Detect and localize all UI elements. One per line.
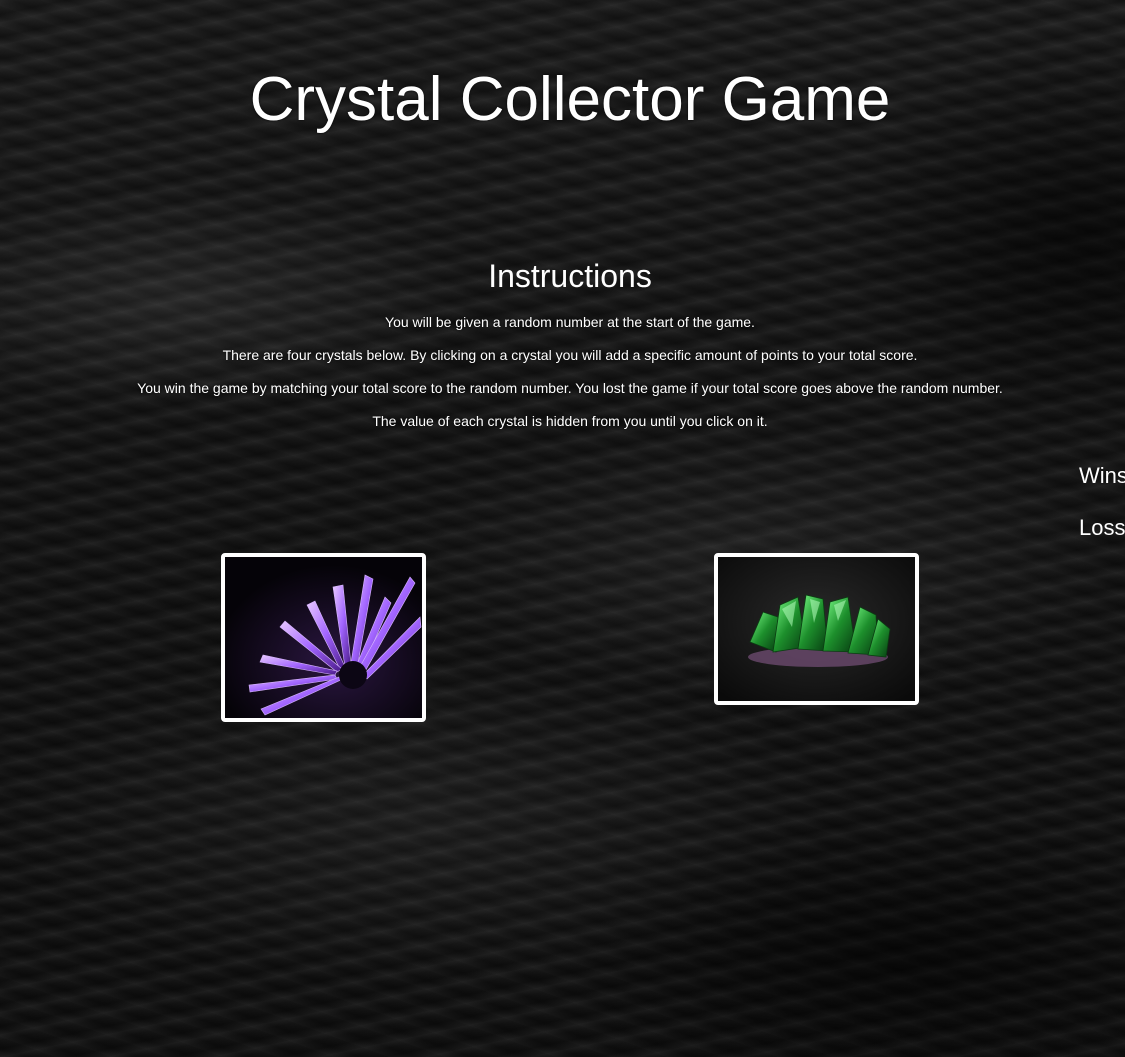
purple-crystal-image: [225, 557, 422, 718]
crystal-green-button[interactable]: [714, 553, 919, 705]
instruction-line: The value of each crystal is hidden from…: [372, 413, 768, 429]
losses-counter: Loss: [1079, 515, 1125, 540]
rock-background: [0, 0, 1125, 1057]
green-crystal-image: [718, 557, 915, 701]
instructions-section: Instructions You will be given a random …: [0, 256, 1125, 438]
instruction-line: There are four crystals below. By clicki…: [222, 347, 918, 363]
page-title: Crystal Collector Game: [249, 65, 891, 134]
crystal-purple-button[interactable]: [221, 553, 426, 722]
instructions-heading: Instructions: [488, 258, 652, 294]
instruction-line: You will be given a random number at the…: [385, 314, 755, 330]
instruction-line: You win the game by matching your total …: [137, 380, 1003, 396]
wins-counter: Wins: [1079, 463, 1125, 488]
